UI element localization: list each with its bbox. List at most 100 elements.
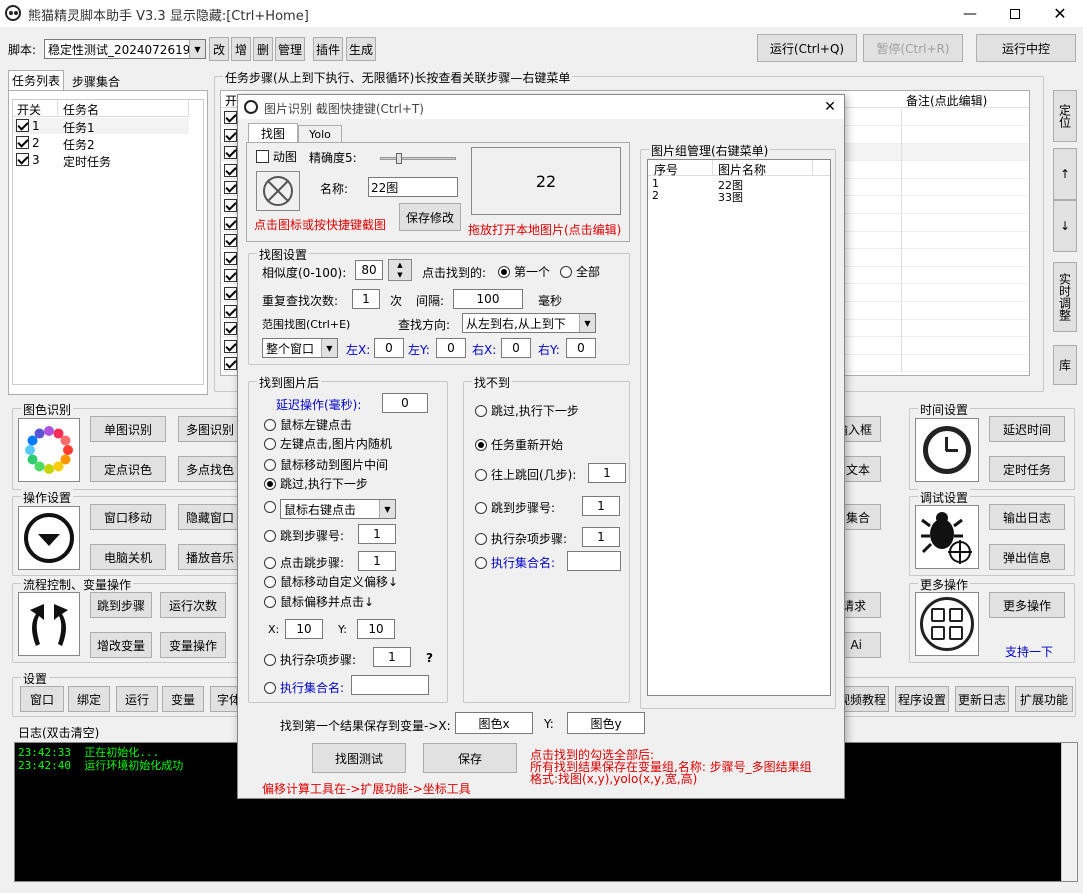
- popup-info-button[interactable]: 弹出信息: [989, 544, 1065, 570]
- ai-button[interactable]: Ai: [843, 632, 881, 658]
- hide-window-button[interactable]: 隐藏窗口: [178, 504, 242, 530]
- step-enable-checkbox[interactable]: [224, 339, 237, 353]
- opt-jump-step[interactable]: 跳到步骤号:: [264, 527, 344, 544]
- window-move-button[interactable]: 窗口移动: [90, 504, 166, 530]
- step-enable-checkbox[interactable]: [224, 234, 237, 248]
- script-select[interactable]: 稳定性测试_2024072619191 ▼: [44, 39, 206, 59]
- move-up-button[interactable]: ↑: [1053, 148, 1077, 200]
- point-color-button[interactable]: 定点识色: [90, 456, 166, 482]
- video-tutorial-button[interactable]: 视频教程: [843, 686, 889, 712]
- delay-time-button[interactable]: 延迟时间: [989, 416, 1065, 442]
- step-enable-checkbox[interactable]: [224, 251, 237, 265]
- run-button[interactable]: 运行(Ctrl+Q): [757, 34, 857, 62]
- run-count-button[interactable]: 运行次数: [160, 592, 226, 618]
- opt-offset-click[interactable]: 鼠标偏移并点击↓: [264, 593, 374, 610]
- single-image-button[interactable]: 单图识别: [90, 416, 166, 442]
- interval-input[interactable]: 100: [453, 289, 523, 309]
- tab-yolo[interactable]: Yolo: [298, 125, 342, 143]
- add-var-button[interactable]: 增改变量: [90, 632, 152, 658]
- step-enable-checkbox[interactable]: [224, 181, 237, 195]
- set-name-input[interactable]: [351, 675, 429, 695]
- task-enable-checkbox[interactable]: [16, 119, 29, 132]
- image-group-table[interactable]: 序号 图片名称 1 22图 2 33图: [647, 159, 831, 696]
- loop-arrows-icon[interactable]: [18, 592, 80, 656]
- output-log-button[interactable]: 输出日志: [989, 504, 1065, 530]
- radio-first[interactable]: 第一个: [498, 263, 550, 280]
- image-preview[interactable]: 22: [471, 147, 621, 215]
- save-y-input[interactable]: 图色y: [567, 712, 645, 734]
- radio-all[interactable]: 全部: [560, 263, 600, 280]
- find-test-button[interactable]: 找图测试: [312, 743, 406, 773]
- dialog-save-button[interactable]: 保存: [423, 743, 517, 773]
- library-button[interactable]: 库: [1053, 345, 1077, 385]
- opt-right-click[interactable]: [264, 501, 280, 513]
- task-row[interactable]: 1 任务1: [13, 118, 189, 135]
- nf-skip[interactable]: 跳过,执行下一步: [475, 402, 579, 419]
- opt-left-click[interactable]: 鼠标左键点击: [264, 416, 352, 433]
- multi-point-color-button[interactable]: 多点找色: [178, 456, 242, 482]
- opt-custom-offset[interactable]: 鼠标移动自定义偏移↓: [264, 573, 398, 590]
- step-enable-checkbox[interactable]: [224, 128, 237, 142]
- step-enable-checkbox[interactable]: [224, 357, 237, 371]
- step-enable-checkbox[interactable]: [224, 269, 237, 283]
- task-row[interactable]: 2 任务2: [13, 135, 189, 152]
- input-box-button[interactable]: 输入框: [843, 416, 881, 442]
- save-x-input[interactable]: 图色x: [455, 712, 533, 734]
- step-enable-checkbox[interactable]: [224, 287, 237, 300]
- right-y-input[interactable]: 0: [566, 338, 596, 358]
- realtime-adjust-button[interactable]: 实时调整: [1053, 262, 1077, 332]
- precision-slider[interactable]: [380, 153, 456, 165]
- nf-misc-input[interactable]: 1: [582, 527, 620, 547]
- more-ops-button[interactable]: 更多操作: [989, 592, 1065, 618]
- task-enable-checkbox[interactable]: [16, 153, 29, 166]
- locate-button[interactable]: 定位: [1053, 90, 1077, 142]
- color-wheel-icon[interactable]: [18, 418, 80, 482]
- offset-y-input[interactable]: 10: [357, 619, 395, 639]
- text-button[interactable]: 文本: [843, 456, 881, 482]
- nf-jump[interactable]: 跳到步骤号:: [475, 499, 555, 516]
- multi-image-button[interactable]: 多图识别: [178, 416, 242, 442]
- left-y-input[interactable]: 0: [436, 338, 466, 358]
- run-console-button[interactable]: 运行中控: [976, 34, 1076, 62]
- step-enable-checkbox[interactable]: [224, 111, 237, 124]
- task-enable-checkbox[interactable]: [16, 136, 29, 149]
- left-x-input[interactable]: 0: [374, 338, 404, 358]
- help-icon[interactable]: ?: [426, 651, 433, 665]
- nf-back-input[interactable]: 1: [588, 463, 626, 483]
- bug-icon[interactable]: [915, 505, 979, 569]
- support-link[interactable]: 支持一下: [1005, 643, 1053, 660]
- set-button[interactable]: 集合: [843, 504, 881, 530]
- pause-button[interactable]: 暂停(Ctrl+R): [863, 34, 963, 62]
- right-x-input[interactable]: 0: [501, 338, 531, 358]
- jump-step-button[interactable]: 跳到步骤: [90, 592, 152, 618]
- move-down-button[interactable]: ↓: [1053, 200, 1077, 252]
- delete-script-button[interactable]: 删: [253, 37, 273, 61]
- add-script-button[interactable]: 增: [231, 37, 251, 61]
- opt-skip[interactable]: 跳过,执行下一步: [264, 475, 368, 492]
- nf-back[interactable]: 往上跳回(几步):: [475, 466, 576, 483]
- request-button[interactable]: 请求: [843, 592, 881, 618]
- image-group-row[interactable]: 1 22图: [648, 177, 830, 192]
- step-enable-checkbox[interactable]: [224, 216, 237, 230]
- click-jump-input[interactable]: 1: [358, 551, 396, 571]
- tab-task-list[interactable]: 任务列表: [8, 70, 64, 90]
- nf-misc[interactable]: 执行杂项步骤:: [475, 530, 567, 547]
- settings-run-button[interactable]: 运行: [116, 686, 158, 712]
- direction-select[interactable]: 从左到右,从上到下 ▼: [462, 313, 596, 333]
- log-scrollbar[interactable]: [1061, 743, 1077, 881]
- step-enable-checkbox[interactable]: [224, 304, 237, 318]
- image-group-row[interactable]: 2 33图: [648, 189, 830, 204]
- jump-step-input[interactable]: 1: [358, 524, 396, 544]
- opt-move-center[interactable]: 鼠标移动到图片中间: [264, 456, 388, 473]
- opt-set-name[interactable]: 执行集合名:: [264, 679, 344, 696]
- opt-misc[interactable]: 执行杂项步骤:: [264, 651, 356, 668]
- generate-button[interactable]: 生成: [346, 37, 376, 61]
- animated-checkbox[interactable]: 动图: [256, 148, 297, 165]
- settings-var-button[interactable]: 变量: [162, 686, 204, 712]
- timer-task-button[interactable]: 定时任务: [989, 456, 1065, 482]
- animated-check[interactable]: [256, 150, 269, 163]
- apps-grid-icon[interactable]: [915, 592, 979, 656]
- crosshair-capture-icon[interactable]: [256, 171, 300, 211]
- close-button[interactable]: ✕: [1040, 0, 1080, 27]
- settings-bind-button[interactable]: 绑定: [68, 686, 110, 712]
